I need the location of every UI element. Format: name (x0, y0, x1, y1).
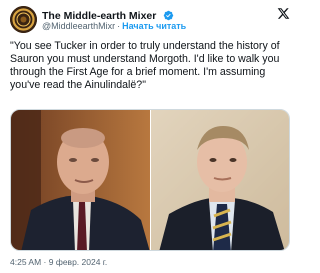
x-logo-icon[interactable] (277, 7, 290, 20)
author-name[interactable]: The Middle-earth Mixer (42, 10, 156, 22)
tweet-timestamp[interactable]: 4:25 AM · 9 февр. 2024 г. (10, 257, 107, 267)
media-image-right[interactable] (151, 110, 289, 250)
follow-button[interactable]: Начать читать (122, 21, 186, 31)
verified-badge-icon (163, 11, 174, 21)
separator-dot: · (117, 21, 121, 31)
avatar-ring-icon (10, 6, 37, 33)
author-handle-row: @MiddleearthMixr · Начать читать (42, 21, 186, 31)
author-handle[interactable]: @MiddleearthMixr (42, 21, 115, 31)
tweet-card: The Middle-earth Mixer @MiddleearthMixr ·… (0, 0, 300, 273)
tweet-text: "You see Tucker in order to truly unders… (10, 40, 280, 91)
tweet-header: The Middle-earth Mixer @MiddleearthMixr ·… (10, 6, 290, 36)
tucker-photo-illustration (151, 110, 289, 250)
putin-photo-illustration (11, 110, 150, 250)
tweet-media[interactable] (10, 109, 290, 251)
author-name-row: The Middle-earth Mixer (42, 7, 174, 22)
author-avatar[interactable] (10, 6, 37, 33)
media-image-left[interactable] (11, 110, 150, 250)
